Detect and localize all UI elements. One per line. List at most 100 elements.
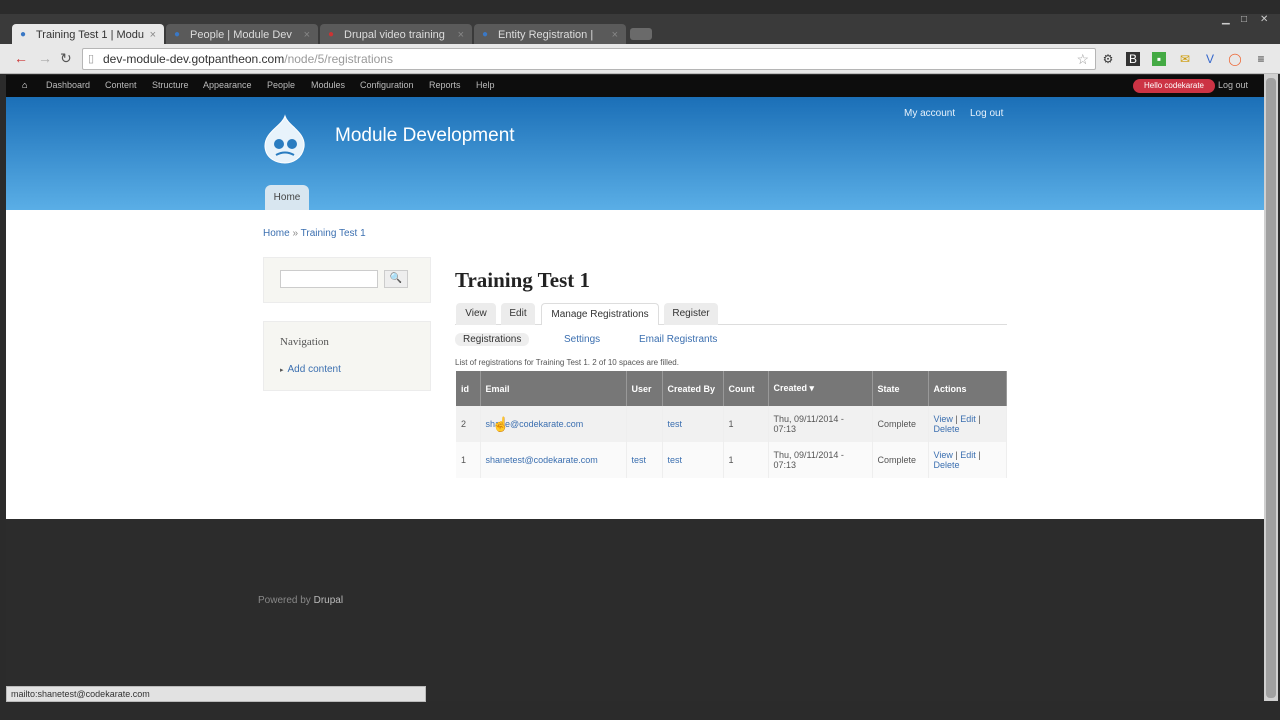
subtab-settings[interactable]: Settings [564, 334, 600, 345]
scrollbar-thumb[interactable] [1266, 78, 1276, 698]
cell-created-by: test [662, 406, 724, 442]
site-footer: Powered by Drupal [6, 519, 1264, 701]
column-state[interactable]: State [872, 371, 929, 406]
tab-edit[interactable]: Edit [501, 303, 535, 325]
admin-menu-configuration[interactable]: Configuration [360, 80, 414, 90]
column-created[interactable]: Created ▾ [768, 371, 873, 406]
admin-menu-dashboard[interactable]: Dashboard [46, 80, 90, 90]
vimeo-icon[interactable]: V [1203, 52, 1217, 66]
created-by-link[interactable]: test [668, 455, 683, 465]
column-created-by[interactable]: Created By [662, 371, 724, 406]
cell-count: 1 [723, 406, 769, 442]
created-by-link[interactable]: test [668, 419, 683, 429]
email-link[interactable]: shanetest@codekarate.com [486, 455, 598, 465]
view-link[interactable]: View [934, 450, 953, 460]
page-title: Training Test 1 [455, 268, 590, 292]
tab-manage-registrations[interactable]: Manage Registrations [541, 303, 659, 325]
browser-tab-4[interactable]: ● Entity Registration | × [474, 24, 626, 46]
page-content: Module Development My account Log out Ho… [6, 97, 1264, 701]
url-path: /node/5/registrations [284, 52, 393, 66]
minimize-icon[interactable]: ▁ [1222, 14, 1230, 25]
delete-link[interactable]: Delete [934, 424, 960, 434]
cell-count: 1 [723, 442, 769, 478]
forward-icon[interactable]: → [38, 50, 52, 66]
delete-link[interactable]: Delete [934, 460, 960, 470]
table-header-row: id Email User Created By Count Created ▾… [456, 371, 1007, 406]
edit-link[interactable]: Edit [960, 414, 976, 424]
hand-cursor-icon: ☝ [492, 416, 510, 432]
search-input[interactable] [280, 270, 378, 288]
mail-icon[interactable]: ✉ [1178, 52, 1192, 66]
column-email[interactable]: Email [480, 371, 627, 406]
maximize-icon[interactable]: □ [1241, 14, 1247, 25]
breadcrumb-home[interactable]: Home [263, 228, 290, 239]
extension-icon[interactable]: B [1126, 52, 1140, 66]
search-block: 🔍 [263, 257, 431, 303]
admin-menu-modules[interactable]: Modules [311, 80, 345, 90]
admin-menu-people[interactable]: People [267, 80, 295, 90]
search-icon[interactable]: 🔍 [384, 270, 408, 288]
bullet-icon: ▸ [280, 367, 284, 374]
close-window-icon[interactable]: ✕ [1260, 14, 1268, 25]
drupal-logo-icon[interactable] [262, 114, 308, 164]
admin-logout-link[interactable]: Log out [1218, 80, 1248, 90]
page-scrollbar[interactable] [1264, 74, 1278, 701]
column-count[interactable]: Count [723, 371, 769, 406]
drupal-favicon-icon: ● [174, 29, 181, 40]
header-logout-link[interactable]: Log out [970, 108, 1003, 119]
tab-strip: ● Training Test 1 | Modu × ● People | Mo… [0, 14, 1280, 46]
view-link[interactable]: View [934, 414, 953, 424]
cell-created-by: test [662, 442, 724, 478]
primary-tabs: View Edit Manage Registrations Register [455, 301, 1007, 325]
gear-icon[interactable]: ⚙ [1101, 52, 1115, 66]
edit-link[interactable]: Edit [960, 450, 976, 460]
bookmark-star-icon[interactable]: ☆ [1076, 49, 1089, 69]
admin-menu-structure[interactable]: Structure [152, 80, 189, 90]
browser-tab-1[interactable]: ● Training Test 1 | Modu × [12, 24, 164, 46]
cell-state: Complete [872, 406, 929, 442]
home-icon[interactable]: ⌂ [22, 80, 27, 90]
breadcrumb: Home » Training Test 1 [263, 228, 366, 239]
column-user[interactable]: User [626, 371, 663, 406]
my-account-link[interactable]: My account [904, 108, 955, 119]
close-tab-icon[interactable]: × [612, 24, 618, 46]
tab-register[interactable]: Register [664, 303, 718, 325]
admin-menu-appearance[interactable]: Appearance [203, 80, 252, 90]
browser-toolbar: ← → ↻ ▯ dev-module-dev.gotpantheon.com/n… [0, 44, 1280, 74]
reload-icon[interactable]: ↻ [60, 50, 72, 67]
registrations-summary: List of registrations for Training Test … [455, 358, 679, 367]
close-tab-icon[interactable]: × [150, 24, 156, 46]
browser-tab-2[interactable]: ● People | Module Dev × [166, 24, 318, 46]
back-icon[interactable]: ← [14, 50, 28, 66]
menu-icon[interactable]: ≡ [1254, 52, 1268, 66]
extension-icon[interactable]: ▪ [1152, 52, 1166, 66]
tab-view[interactable]: View [456, 303, 496, 325]
cell-state: Complete [872, 442, 929, 478]
browser-tab-3[interactable]: ● Drupal video training × [320, 24, 472, 46]
new-tab-button[interactable] [630, 28, 652, 40]
subtab-registrations[interactable]: Registrations [455, 333, 530, 346]
user-link[interactable]: test [632, 455, 647, 465]
admin-toolbar: ⌂ Dashboard Content Structure Appearance… [6, 75, 1264, 97]
add-content-link[interactable]: ▸ Add content [280, 364, 341, 375]
breadcrumb-current[interactable]: Training Test 1 [301, 228, 366, 239]
user-badge[interactable]: Hello codekarate [1133, 79, 1215, 93]
cell-id: 1 [456, 442, 481, 478]
close-tab-icon[interactable]: × [304, 24, 310, 46]
tab-title: People | Module Dev [190, 29, 292, 41]
main-menu-home[interactable]: Home [265, 185, 309, 210]
cell-created: Thu, 09/11/2014 - 07:13 [768, 442, 873, 478]
subtab-email-registrants[interactable]: Email Registrants [639, 334, 717, 345]
admin-menu-content[interactable]: Content [105, 80, 137, 90]
admin-menu-help[interactable]: Help [476, 80, 495, 90]
powered-by: Powered by Drupal [258, 595, 343, 606]
add-content-label: Add content [287, 364, 341, 375]
site-name[interactable]: Module Development [335, 125, 515, 147]
address-bar[interactable]: ▯ dev-module-dev.gotpantheon.com/node/5/… [82, 48, 1096, 70]
close-tab-icon[interactable]: × [458, 24, 464, 46]
extension-icon[interactable]: ◯ [1228, 52, 1242, 66]
site-header: Module Development My account Log out Ho… [6, 97, 1264, 210]
column-id[interactable]: id [456, 371, 481, 406]
admin-menu-reports[interactable]: Reports [429, 80, 461, 90]
drupal-link[interactable]: Drupal [314, 595, 343, 606]
